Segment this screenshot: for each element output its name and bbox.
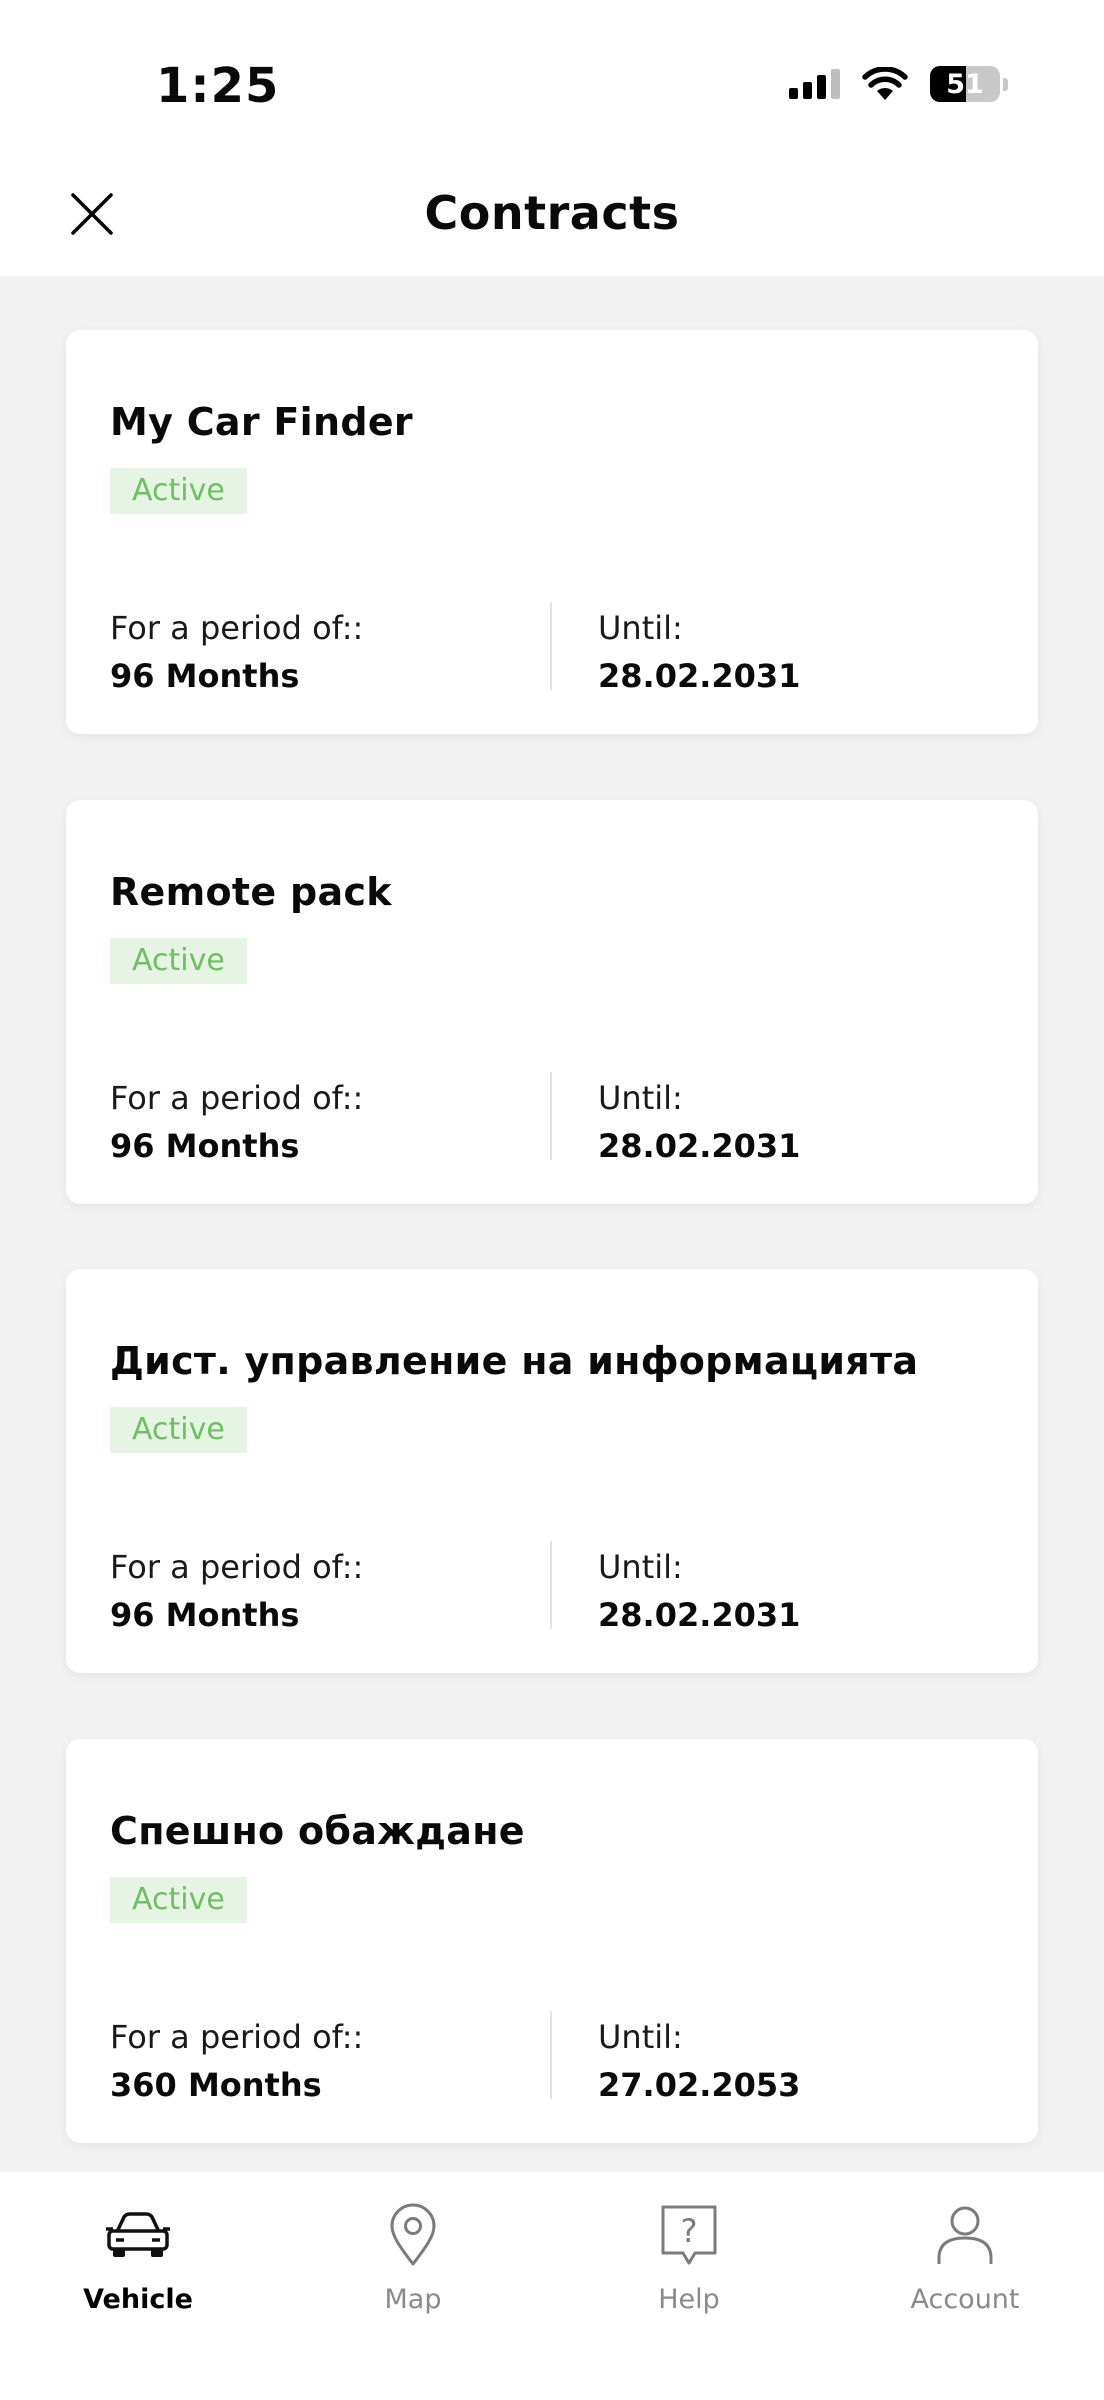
tab-account[interactable]: Account <box>865 2202 1065 2315</box>
until-value: 28.02.2031 <box>598 1127 801 1165</box>
contract-title: My Car Finder <box>110 400 413 444</box>
period-value: 96 Months <box>110 657 300 695</box>
page-title: Contracts <box>424 186 680 240</box>
account-icon <box>935 2202 995 2268</box>
until-column: Until: 28.02.2031 <box>598 608 800 698</box>
until-label: Until: <box>598 1079 683 1117</box>
until-label: Until: <box>598 1548 683 1586</box>
status-badge: Active <box>110 1407 247 1453</box>
period-label: For a period of:: <box>110 2018 364 2056</box>
until-value: 28.02.2031 <box>598 1596 801 1634</box>
help-icon: ? <box>659 2202 719 2268</box>
status-badge: Active <box>110 1877 247 1923</box>
period-column: For a period of:: 96 Months <box>110 608 363 698</box>
until-value: 28.02.2031 <box>598 657 801 695</box>
tab-label: Help <box>658 2284 720 2315</box>
top-bar: 1:25 51 Contracts <box>0 0 1104 276</box>
svg-text:?: ? <box>681 2212 698 2250</box>
contract-card[interactable]: Спешно обаждане Active For a period of::… <box>66 1739 1038 2143</box>
contract-title: Спешно обаждане <box>110 1809 525 1853</box>
status-icons: 51 <box>789 66 1008 102</box>
until-label: Until: <box>598 609 683 647</box>
contract-card[interactable]: Remote pack Active For a period of:: 96 … <box>66 800 1038 1204</box>
battery-indicator: 51 <box>930 66 1008 102</box>
period-value: 96 Months <box>110 1127 300 1165</box>
status-badge: Active <box>110 468 247 514</box>
bottom-tab-bar: Vehicle Map ? Help Account <box>0 2172 1104 2400</box>
tab-label: Vehicle <box>83 2284 193 2315</box>
period-value: 96 Months <box>110 1596 300 1634</box>
tab-help[interactable]: ? Help <box>589 2202 789 2315</box>
tab-map[interactable]: Map <box>313 2202 513 2315</box>
contract-card[interactable]: Дист. управление на информацията Active … <box>66 1269 1038 1673</box>
car-icon <box>105 2202 171 2268</box>
until-value: 27.02.2053 <box>598 2066 801 2104</box>
map-pin-icon <box>388 2202 438 2268</box>
period-label: For a period of:: <box>110 1548 364 1586</box>
period-label: For a period of:: <box>110 609 364 647</box>
until-column: Until: 27.02.2053 <box>598 2017 800 2107</box>
until-column: Until: 28.02.2031 <box>598 1547 800 1637</box>
tab-label: Map <box>384 2284 442 2315</box>
column-divider <box>550 2011 552 2099</box>
period-column: For a period of:: 360 Months <box>110 2017 363 2107</box>
tab-vehicle[interactable]: Vehicle <box>38 2202 238 2315</box>
status-badge: Active <box>110 938 247 984</box>
period-column: For a period of:: 96 Months <box>110 1547 363 1637</box>
contract-title: Дист. управление на информацията <box>110 1339 919 1383</box>
tab-label: Account <box>910 2284 1020 2315</box>
until-label: Until: <box>598 2018 683 2056</box>
cellular-signal-icon <box>789 69 840 99</box>
wifi-icon <box>862 67 908 100</box>
contract-card[interactable]: My Car Finder Active For a period of:: 9… <box>66 330 1038 734</box>
period-column: For a period of:: 96 Months <box>110 1078 363 1168</box>
until-column: Until: 28.02.2031 <box>598 1078 800 1168</box>
battery-percent: 51 <box>946 68 984 100</box>
status-time: 1:25 <box>156 58 280 114</box>
battery-icon: 51 <box>930 66 1000 102</box>
period-label: For a period of:: <box>110 1079 364 1117</box>
column-divider <box>550 1541 552 1629</box>
contract-title: Remote pack <box>110 870 392 914</box>
column-divider <box>550 1072 552 1160</box>
column-divider <box>550 602 552 690</box>
period-value: 360 Months <box>110 2066 322 2104</box>
